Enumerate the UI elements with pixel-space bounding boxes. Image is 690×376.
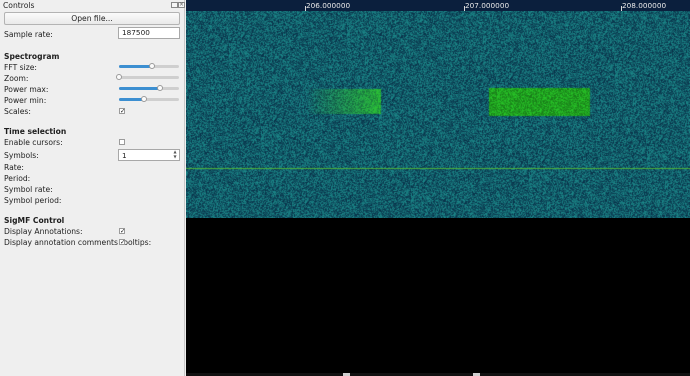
controls-dock: Controls × Open file... Sample rate: 187… (0, 0, 185, 376)
power-max-slider[interactable] (119, 85, 179, 91)
frequency-ruler: 206.000000 207.000000 208.000000 (186, 0, 690, 11)
sigmf-section-title: SigMF Control (4, 216, 65, 225)
symbol-rate-label: Symbol rate: (4, 185, 53, 194)
rate-label: Rate: (4, 163, 24, 172)
symbol-period-label: Symbol period: (4, 196, 62, 205)
symbols-spinbox[interactable]: 1 ▲ ▼ (118, 149, 180, 161)
dock-title: Controls (3, 1, 35, 10)
scales-checkbox[interactable]: ✓ (119, 108, 125, 114)
frequency-tick-label: 206.000000 (306, 1, 351, 10)
period-label: Period: (4, 174, 31, 183)
sample-rate-label: Sample rate: (4, 30, 53, 39)
sample-rate-input[interactable]: 187500 (118, 27, 180, 39)
spin-down-icon[interactable]: ▼ (172, 155, 178, 159)
zoom-label: Zoom: (4, 74, 29, 83)
display-annotations-checkbox[interactable]: ✓ (119, 228, 125, 234)
annotation-tooltips-checkbox[interactable]: ✓ (119, 239, 125, 245)
fft-size-slider-fill (119, 65, 152, 68)
power-max-slider-handle[interactable] (156, 85, 163, 91)
power-min-slider-handle[interactable] (141, 96, 148, 102)
frequency-tick-label: 207.000000 (465, 1, 510, 10)
annotation-tooltips-label: Display annotation comments tooltips: (4, 238, 152, 247)
power-min-slider[interactable] (119, 96, 179, 102)
zoom-slider[interactable] (116, 74, 179, 80)
dock-close-button[interactable]: × (178, 2, 185, 8)
dock-float-button[interactable] (171, 2, 178, 8)
symbols-label: Symbols: (4, 151, 39, 160)
display-annotations-label: Display Annotations: (4, 227, 83, 236)
spectrogram-waterfall[interactable] (186, 11, 690, 218)
fft-size-label: FFT size: (4, 63, 37, 72)
time-selection-section-title: Time selection (4, 127, 67, 136)
power-max-label: Power max: (4, 85, 49, 94)
spectrogram-view[interactable]: 206.000000 207.000000 208.000000 (186, 0, 690, 376)
fft-size-slider-handle[interactable] (149, 63, 155, 69)
power-min-label: Power min: (4, 96, 47, 105)
power-max-slider-fill (119, 87, 160, 90)
symbols-value: 1 (122, 151, 127, 160)
enable-cursors-label: Enable cursors: (4, 138, 63, 147)
frequency-tick-label: 208.000000 (622, 1, 667, 10)
spectrogram-section-title: Spectrogram (4, 52, 60, 61)
enable-cursors-checkbox[interactable] (119, 139, 125, 145)
fft-size-slider[interactable] (119, 63, 179, 69)
scales-label: Scales: (4, 107, 31, 116)
open-file-button[interactable]: Open file... (4, 12, 180, 25)
zoom-slider-handle[interactable] (116, 74, 122, 80)
